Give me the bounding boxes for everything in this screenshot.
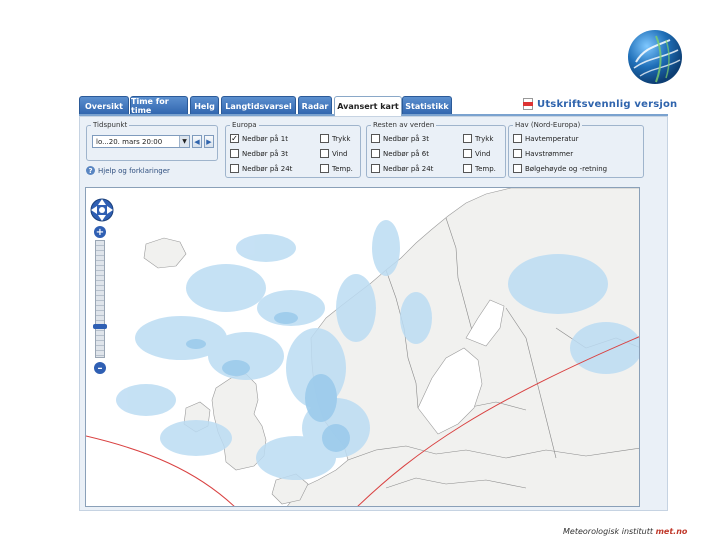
checkbox[interactable] xyxy=(513,164,522,173)
option-nedb-r-p-6t[interactable]: Nedbør på 6t xyxy=(371,148,429,159)
option-label: Nedbør på 6t xyxy=(383,149,429,158)
checkbox[interactable] xyxy=(463,134,472,143)
print-link[interactable]: Utskriftsvennlig versjon xyxy=(523,97,677,111)
tab-time-for-time[interactable]: Time for time xyxy=(130,96,188,115)
footer-credit: Meteorologisk institutt met.no xyxy=(563,527,687,536)
map-canvas xyxy=(86,188,639,506)
zoom-handle[interactable] xyxy=(93,324,107,329)
option-nedb-r-p-24t[interactable]: Nedbør på 24t xyxy=(230,163,292,174)
help-link[interactable]: ? Hjelp og forklaringer xyxy=(86,166,170,175)
time-next-button[interactable]: ▶ xyxy=(204,135,214,148)
chevron-down-icon: ▼ xyxy=(179,136,189,147)
checkbox[interactable] xyxy=(320,164,329,173)
tab-langtidsvarsel[interactable]: Langtidsvarsel xyxy=(221,96,296,115)
hav-legend: Hav (Nord-Europa) xyxy=(515,121,581,129)
tab-oversikt[interactable]: Oversikt xyxy=(79,96,129,115)
institute-name: Meteorologisk institutt xyxy=(563,527,654,536)
option-temp-[interactable]: Temp. xyxy=(463,163,496,174)
chevron-right-icon: ▶ xyxy=(206,137,212,146)
checkbox[interactable]: ✓ xyxy=(230,134,239,143)
option-label: Vind xyxy=(475,149,491,158)
option-temp-[interactable]: Temp. xyxy=(320,163,353,174)
option-label: Trykk xyxy=(475,134,494,143)
resten-legend: Resten av verden xyxy=(373,121,435,129)
option-nedb-r-p-3t[interactable]: Nedbør på 3t xyxy=(230,148,288,159)
checkbox[interactable] xyxy=(230,164,239,173)
pan-control-icon[interactable] xyxy=(89,197,115,223)
option-nedb-r-p-24t[interactable]: Nedbør på 24t xyxy=(371,163,433,174)
option-label: Bølgehøyde og -retning xyxy=(525,164,608,173)
option-nedb-r-p-1t[interactable]: ✓ Nedbør på 1t xyxy=(230,133,288,144)
tab-helg[interactable]: Helg xyxy=(190,96,219,115)
checkbox[interactable] xyxy=(513,134,522,143)
tidspunkt-select[interactable]: lo...20. mars 20:00 ▼ xyxy=(92,135,190,148)
print-label: Utskriftsvennlig versjon xyxy=(537,98,678,110)
time-prev-button[interactable]: ◀ xyxy=(192,135,202,148)
checkbox[interactable] xyxy=(371,149,380,158)
option-b-lgeh-yde-og-retning[interactable]: Bølgehøyde og -retning xyxy=(513,163,607,174)
plus-icon: + xyxy=(95,226,105,238)
zoom-out-button[interactable]: – xyxy=(94,362,106,374)
minus-icon: – xyxy=(97,362,103,374)
checkbox[interactable] xyxy=(463,164,472,173)
option-havtemperatur[interactable]: Havtemperatur xyxy=(513,133,579,144)
tab-statistikk[interactable]: Statistikk xyxy=(402,96,452,115)
zoom-slider[interactable]: + – xyxy=(93,226,107,376)
checkbox[interactable] xyxy=(320,134,329,143)
option-trykk[interactable]: Trykk xyxy=(320,133,350,144)
pdf-icon xyxy=(523,98,533,110)
zoom-in-button[interactable]: + xyxy=(94,226,106,238)
option-label: Nedbør på 3t xyxy=(383,134,429,143)
weather-map[interactable]: + – xyxy=(85,187,640,507)
tab-radar[interactable]: Radar xyxy=(298,96,332,115)
option-vind[interactable]: Vind xyxy=(320,148,347,159)
option-label: Nedbør på 24t xyxy=(383,164,434,173)
checkbox[interactable] xyxy=(463,149,472,158)
option-havstr-mmer[interactable]: Havstrømmer xyxy=(513,148,573,159)
option-vind[interactable]: Vind xyxy=(463,148,490,159)
europa-legend: Europa xyxy=(232,121,257,129)
checkbox[interactable] xyxy=(230,149,239,158)
tidspunkt-legend: Tidspunkt xyxy=(93,121,128,129)
chevron-left-icon: ◀ xyxy=(194,137,200,146)
checkbox[interactable] xyxy=(371,164,380,173)
tidspunkt-value: lo...20. mars 20:00 xyxy=(96,137,163,146)
option-label: Temp. xyxy=(475,164,496,173)
option-label: Havtemperatur xyxy=(525,134,579,143)
option-trykk[interactable]: Trykk xyxy=(463,133,493,144)
help-label: Hjelp og forklaringer xyxy=(98,166,170,175)
globe-logo-icon xyxy=(628,30,682,84)
option-nedb-r-p-3t[interactable]: Nedbør på 3t xyxy=(371,133,429,144)
option-label: Trykk xyxy=(332,134,351,143)
site-link[interactable]: met.no xyxy=(656,527,688,536)
option-label: Nedbør på 1t xyxy=(242,134,288,143)
zoom-track[interactable] xyxy=(95,240,105,358)
map-panel: Tidspunkt lo...20. mars 20:00 ▼ ◀ ▶ ? Hj… xyxy=(79,116,668,511)
option-label: Nedbør på 3t xyxy=(242,149,288,158)
checkbox[interactable] xyxy=(513,149,522,158)
option-label: Temp. xyxy=(332,164,353,173)
tab-avansert-kart[interactable]: Avansert kart xyxy=(334,96,402,116)
help-icon: ? xyxy=(86,166,95,175)
checkbox[interactable] xyxy=(320,149,329,158)
option-label: Havstrømmer xyxy=(525,149,574,158)
option-label: Nedbør på 24t xyxy=(242,164,293,173)
option-label: Vind xyxy=(332,149,348,158)
checkbox[interactable] xyxy=(371,134,380,143)
